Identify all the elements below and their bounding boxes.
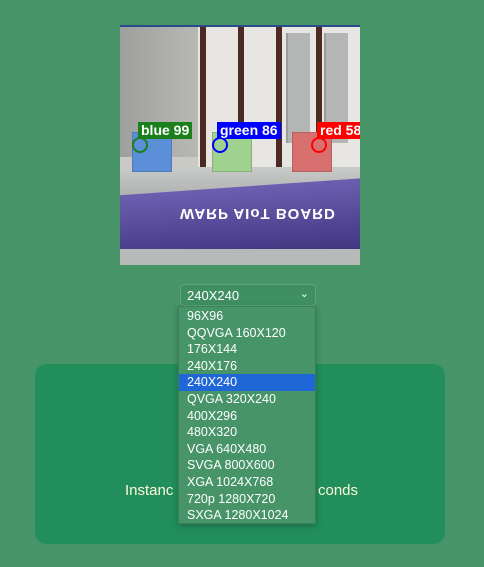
resolution-option[interactable]: SVGA 800X600 bbox=[179, 457, 315, 474]
resolution-option[interactable]: VGA 640X480 bbox=[179, 441, 315, 458]
chevron-down-icon: ⌄ bbox=[299, 288, 309, 300]
resolution-option[interactable]: 720p 1280X720 bbox=[179, 491, 315, 508]
resolution-option-selected[interactable]: 240X240 bbox=[179, 374, 315, 391]
resolution-option[interactable]: 96X96 bbox=[179, 308, 315, 325]
resolution-option[interactable]: QQVGA 160X120 bbox=[179, 325, 315, 342]
resolution-option[interactable]: QVGA 320X240 bbox=[179, 391, 315, 408]
card-text-right: conds bbox=[318, 482, 359, 499]
resolution-option[interactable]: 480X320 bbox=[179, 424, 315, 441]
resolution-option[interactable]: 240X176 bbox=[179, 358, 315, 375]
detection-label: blue 99 bbox=[138, 122, 193, 139]
resolution-option[interactable]: 176X144 bbox=[179, 341, 315, 358]
window-frame bbox=[200, 27, 206, 167]
resolution-option[interactable]: XGA 1024X768 bbox=[179, 474, 315, 491]
resolution-dropdown[interactable]: 96X96 QQVGA 160X120 176X144 240X176 240X… bbox=[178, 306, 316, 524]
window-frame bbox=[276, 27, 282, 167]
detection-marker bbox=[311, 137, 327, 153]
camera-floor bbox=[120, 249, 360, 265]
camera-feed: blue 99 green 86 red 58 WARP AIoT BOARD bbox=[120, 25, 360, 265]
card-text-left: Instanc bbox=[125, 482, 174, 499]
detection-marker bbox=[132, 137, 148, 153]
detection-label: red 58 bbox=[317, 122, 360, 139]
window-curtain bbox=[286, 33, 310, 143]
resolution-option[interactable]: SXGA 1280X1024 bbox=[179, 507, 315, 524]
resolution-option[interactable]: 400X296 bbox=[179, 408, 315, 425]
detection-marker bbox=[212, 137, 228, 153]
resolution-select-value: 240X240 bbox=[187, 288, 240, 303]
resolution-select[interactable]: 240X240 ⌄ bbox=[180, 284, 316, 306]
detection-label: green 86 bbox=[217, 122, 281, 139]
banner-text: WARP AIoT BOARD bbox=[180, 205, 336, 222]
